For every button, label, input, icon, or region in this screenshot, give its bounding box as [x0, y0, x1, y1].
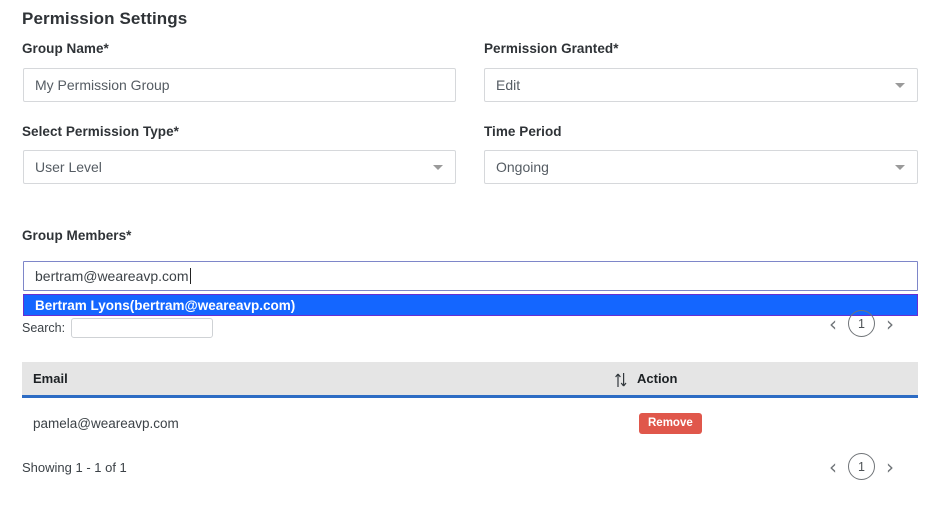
group-name-input[interactable]: My Permission Group	[23, 68, 456, 102]
group-members-input[interactable]: bertram@weareavp.com	[23, 261, 918, 291]
text-cursor-icon	[189, 268, 191, 284]
pagination-next-icon[interactable]: ›	[886, 314, 894, 334]
members-search-row: Search:	[22, 318, 214, 338]
permission-granted-label: Permission Granted*	[484, 41, 619, 56]
pagination-page-1[interactable]: 1	[848, 453, 875, 480]
pagination-next-icon[interactable]: ›	[886, 457, 894, 477]
group-name-label: Group Name*	[22, 41, 109, 56]
permission-type-value: User Level	[35, 159, 102, 175]
cell-email: pamela@weareavp.com	[33, 415, 179, 431]
chevron-down-icon	[895, 165, 905, 170]
showing-count-text: Showing 1 - 1 of 1	[22, 460, 127, 475]
pagination-prev-icon[interactable]: ‹	[829, 457, 837, 477]
permission-granted-select[interactable]: Edit	[484, 68, 918, 102]
column-header-email[interactable]: Email	[33, 371, 68, 386]
time-period-select[interactable]: Ongoing	[484, 150, 918, 184]
group-name-value: My Permission Group	[35, 77, 170, 93]
permission-settings-page: Permission Settings Group Name* My Permi…	[0, 0, 949, 507]
chevron-down-icon	[895, 83, 905, 88]
permission-granted-value: Edit	[496, 77, 521, 93]
group-members-suggestion-option[interactable]: Bertram Lyons(bertram@weareavp.com)	[23, 294, 918, 316]
pagination-bottom: ‹ 1 ›	[829, 453, 894, 480]
group-members-label: Group Members*	[22, 228, 132, 243]
members-search-input[interactable]	[71, 318, 214, 338]
column-header-action: Action	[637, 371, 678, 386]
pagination-top: ‹ 1 ›	[829, 310, 894, 337]
group-members-suggestion-list: Bertram Lyons(bertram@weareavp.com)	[23, 294, 918, 316]
pagination-prev-icon[interactable]: ‹	[829, 314, 837, 334]
table-row: pamela@weareavp.com Remove	[22, 401, 918, 445]
members-search-label: Search:	[22, 321, 66, 335]
permission-type-label: Select Permission Type*	[22, 124, 179, 139]
sort-updown-icon[interactable]	[614, 371, 628, 389]
permission-type-select[interactable]: User Level	[23, 150, 456, 184]
remove-button[interactable]: Remove	[639, 413, 702, 434]
page-title: Permission Settings	[22, 9, 188, 28]
time-period-label: Time Period	[484, 124, 562, 139]
chevron-down-icon	[433, 165, 443, 170]
group-members-value: bertram@weareavp.com	[35, 268, 189, 284]
pagination-page-1[interactable]: 1	[848, 310, 875, 337]
time-period-value: Ongoing	[496, 159, 549, 175]
members-table-header: Email Action	[22, 362, 918, 398]
